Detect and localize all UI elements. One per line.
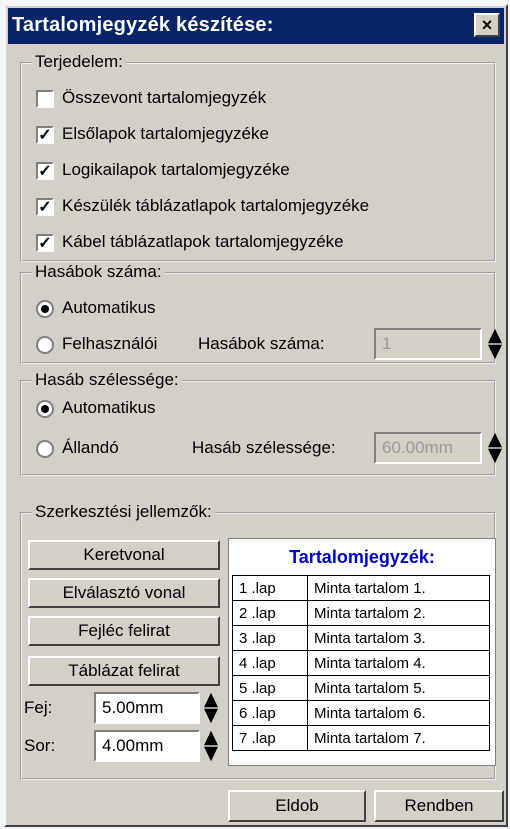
toc-preview: Tartalomjegyzék: 1 .lap Minta tartalom 1.… xyxy=(228,538,496,766)
preview-page-cell: 2 .lap xyxy=(232,600,308,626)
column-width-spinner[interactable] xyxy=(488,432,502,464)
radio-width-fixed[interactable] xyxy=(36,440,54,458)
preview-content-cell: Minta tartalom 6. xyxy=(307,700,490,726)
ok-button[interactable]: Rendben xyxy=(374,790,504,822)
title-bar: Tartalomjegyzék készítése: × xyxy=(8,8,504,44)
radio-width-auto-label: Automatikus xyxy=(62,398,156,417)
preview-content-cell: Minta tartalom 5. xyxy=(307,675,490,701)
radio-columns-user-label: Felhasználói xyxy=(62,334,158,353)
columns-count-input[interactable]: 1 xyxy=(374,328,482,360)
preview-page-cell: 6 .lap xyxy=(232,700,308,726)
columns-count-spinner[interactable] xyxy=(488,328,502,360)
frame-line-button[interactable]: Keretvonal xyxy=(28,540,220,570)
scope-group: Terjedelem: Összevont tartalomjegyzék ✓ … xyxy=(20,52,496,262)
checkbox-first-pages[interactable]: ✓ xyxy=(36,126,54,144)
table-row: 3 .lap Minta tartalom 3. xyxy=(232,625,490,651)
columns-count-label: Hasábok száma: xyxy=(198,334,325,353)
checkbox-logical-pages-label: Logikailapok tartalomjegyzéke xyxy=(62,160,290,179)
table-text-button[interactable]: Táblázat felirat xyxy=(28,656,220,686)
row-height-spinner[interactable] xyxy=(204,730,218,762)
preview-table: 1 .lap Minta tartalom 1. 2 .lap Minta tart… xyxy=(232,575,490,751)
preview-content-cell: Minta tartalom 4. xyxy=(307,650,490,676)
radio-columns-auto-label: Automatikus xyxy=(62,298,156,317)
header-height-input[interactable]: 5.00mm xyxy=(94,692,200,724)
header-text-button[interactable]: Fejléc felirat xyxy=(28,616,220,646)
checkbox-merged-toc[interactable] xyxy=(36,90,54,108)
spin-up-icon[interactable] xyxy=(204,730,218,746)
column-width-label: Hasáb szélessége: xyxy=(192,438,336,457)
spin-down-icon[interactable] xyxy=(488,448,502,464)
preview-content-cell: Minta tartalom 7. xyxy=(307,725,490,751)
table-row: 4 .lap Minta tartalom 4. xyxy=(232,650,490,676)
column-width-input[interactable]: 60.00mm xyxy=(374,432,482,464)
discard-button[interactable]: Eldob xyxy=(228,790,366,822)
scope-legend: Terjedelem: xyxy=(32,52,126,72)
checkbox-logical-pages[interactable]: ✓ xyxy=(36,162,54,180)
table-row: 1 .lap Minta tartalom 1. xyxy=(232,575,490,601)
preview-title: Tartalomjegyzék: xyxy=(289,547,435,567)
preview-page-cell: 4 .lap xyxy=(232,650,308,676)
checkbox-cable-table-pages[interactable]: ✓ xyxy=(36,234,54,252)
spin-up-icon[interactable] xyxy=(488,432,502,448)
column-width-legend: Hasáb szélessége: xyxy=(32,370,182,390)
header-height-spinner[interactable] xyxy=(204,692,218,724)
columns-legend: Hasábok száma: xyxy=(32,262,165,282)
radio-selected-dot xyxy=(41,405,49,413)
preview-page-cell: 1 .lap xyxy=(232,575,308,601)
header-height-label: Fej: xyxy=(24,698,53,717)
spin-up-icon[interactable] xyxy=(204,692,218,708)
radio-width-auto[interactable] xyxy=(36,400,54,418)
checkbox-first-pages-label: Elsőlapok tartalomjegyzéke xyxy=(62,124,269,143)
separator-line-button[interactable]: Elválasztó vonal xyxy=(28,578,220,608)
checkbox-merged-toc-label: Összevont tartalomjegyzék xyxy=(62,88,267,107)
preview-content-cell: Minta tartalom 3. xyxy=(307,625,490,651)
toc-dialog: Tartalomjegyzék készítése: × Terjedelem:… xyxy=(4,4,508,827)
checkbox-device-table-pages-label: Készülék táblázatlapok tartalomjegyzéke xyxy=(62,196,370,215)
spin-down-icon[interactable] xyxy=(204,708,218,724)
preview-content-cell: Minta tartalom 1. xyxy=(307,575,490,601)
table-row: 5 .lap Minta tartalom 5. xyxy=(232,675,490,701)
table-row: 7 .lap Minta tartalom 7. xyxy=(232,725,490,751)
radio-width-fixed-label: Állandó xyxy=(62,438,119,457)
edit-legend: Szerkesztési jellemzők: xyxy=(32,502,215,522)
radio-selected-dot xyxy=(41,305,49,313)
preview-content-cell: Minta tartalom 2. xyxy=(307,600,490,626)
columns-group: Hasábok száma: Automatikus Felhasználói … xyxy=(20,262,502,364)
preview-page-cell: 3 .lap xyxy=(232,625,308,651)
checkbox-cable-table-pages-label: Kábel táblázatlapok tartalomjegyzéke xyxy=(62,232,344,251)
spin-up-icon[interactable] xyxy=(488,328,502,344)
radio-columns-auto[interactable] xyxy=(36,300,54,318)
table-row: 6 .lap Minta tartalom 6. xyxy=(232,700,490,726)
spin-down-icon[interactable] xyxy=(488,344,502,360)
checkbox-device-table-pages[interactable]: ✓ xyxy=(36,198,54,216)
row-height-input[interactable]: 4.00mm xyxy=(94,730,200,762)
row-height-label: Sor: xyxy=(24,736,56,755)
table-row: 2 .lap Minta tartalom 2. xyxy=(232,600,490,626)
column-width-group: Hasáb szélessége: Automatikus Állandó Ha… xyxy=(20,370,502,476)
close-button[interactable]: × xyxy=(474,13,500,37)
preview-page-cell: 5 .lap xyxy=(232,675,308,701)
spin-down-icon[interactable] xyxy=(204,746,218,762)
preview-page-cell: 7 .lap xyxy=(232,725,308,751)
radio-columns-user[interactable] xyxy=(36,336,54,354)
dialog-title: Tartalomjegyzék készítése: xyxy=(12,14,274,36)
